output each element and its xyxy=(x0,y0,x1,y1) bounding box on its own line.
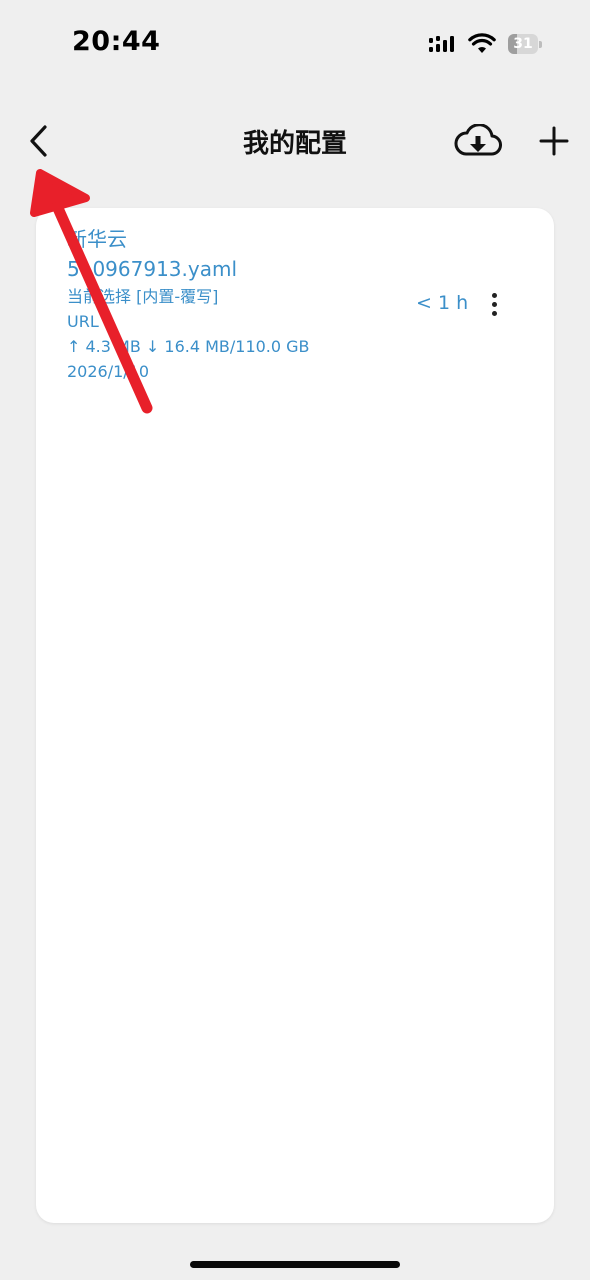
cellular-signal-icon xyxy=(429,36,454,52)
profile-item[interactable]: 新华云 510967913.yaml 当前选择 [内置-覆写] URL ↑ 4.… xyxy=(36,208,554,398)
profile-name: 新华云 xyxy=(67,227,127,251)
profile-selection: 当前选择 [内置-覆写] xyxy=(67,287,219,306)
more-vertical-icon xyxy=(491,292,497,298)
app-header: 我的配置 xyxy=(0,105,590,177)
profile-updated-time: < 1 h xyxy=(416,292,469,314)
more-vertical-icon-dot xyxy=(491,301,497,307)
battery-icon: 31 xyxy=(508,34,538,54)
profile-list-card: 新华云 510967913.yaml 当前选择 [内置-覆写] URL ↑ 4.… xyxy=(36,208,554,1223)
cloud-download-icon xyxy=(454,124,502,156)
wifi-icon xyxy=(468,33,496,53)
cloud-download-button[interactable] xyxy=(452,119,504,163)
battery-cap xyxy=(539,40,542,48)
add-profile-button[interactable] xyxy=(532,119,576,163)
profile-more-button[interactable] xyxy=(482,288,506,320)
status-time: 20:44 xyxy=(72,26,161,57)
profile-date: 2026/1/10 xyxy=(67,362,150,381)
profile-type: URL xyxy=(67,312,99,331)
status-icons: 31 xyxy=(428,30,542,58)
home-indicator xyxy=(190,1261,400,1268)
profile-file: 510967913.yaml xyxy=(67,257,238,281)
more-vertical-icon-dot xyxy=(491,310,497,316)
battery-level: 31 xyxy=(513,36,533,52)
plus-icon xyxy=(539,126,569,156)
profile-traffic: ↑ 4.3 MB ↓ 16.4 MB/110.0 GB xyxy=(67,337,310,356)
profile-details: 新华云 510967913.yaml 当前选择 [内置-覆写] URL ↑ 4.… xyxy=(67,224,310,384)
